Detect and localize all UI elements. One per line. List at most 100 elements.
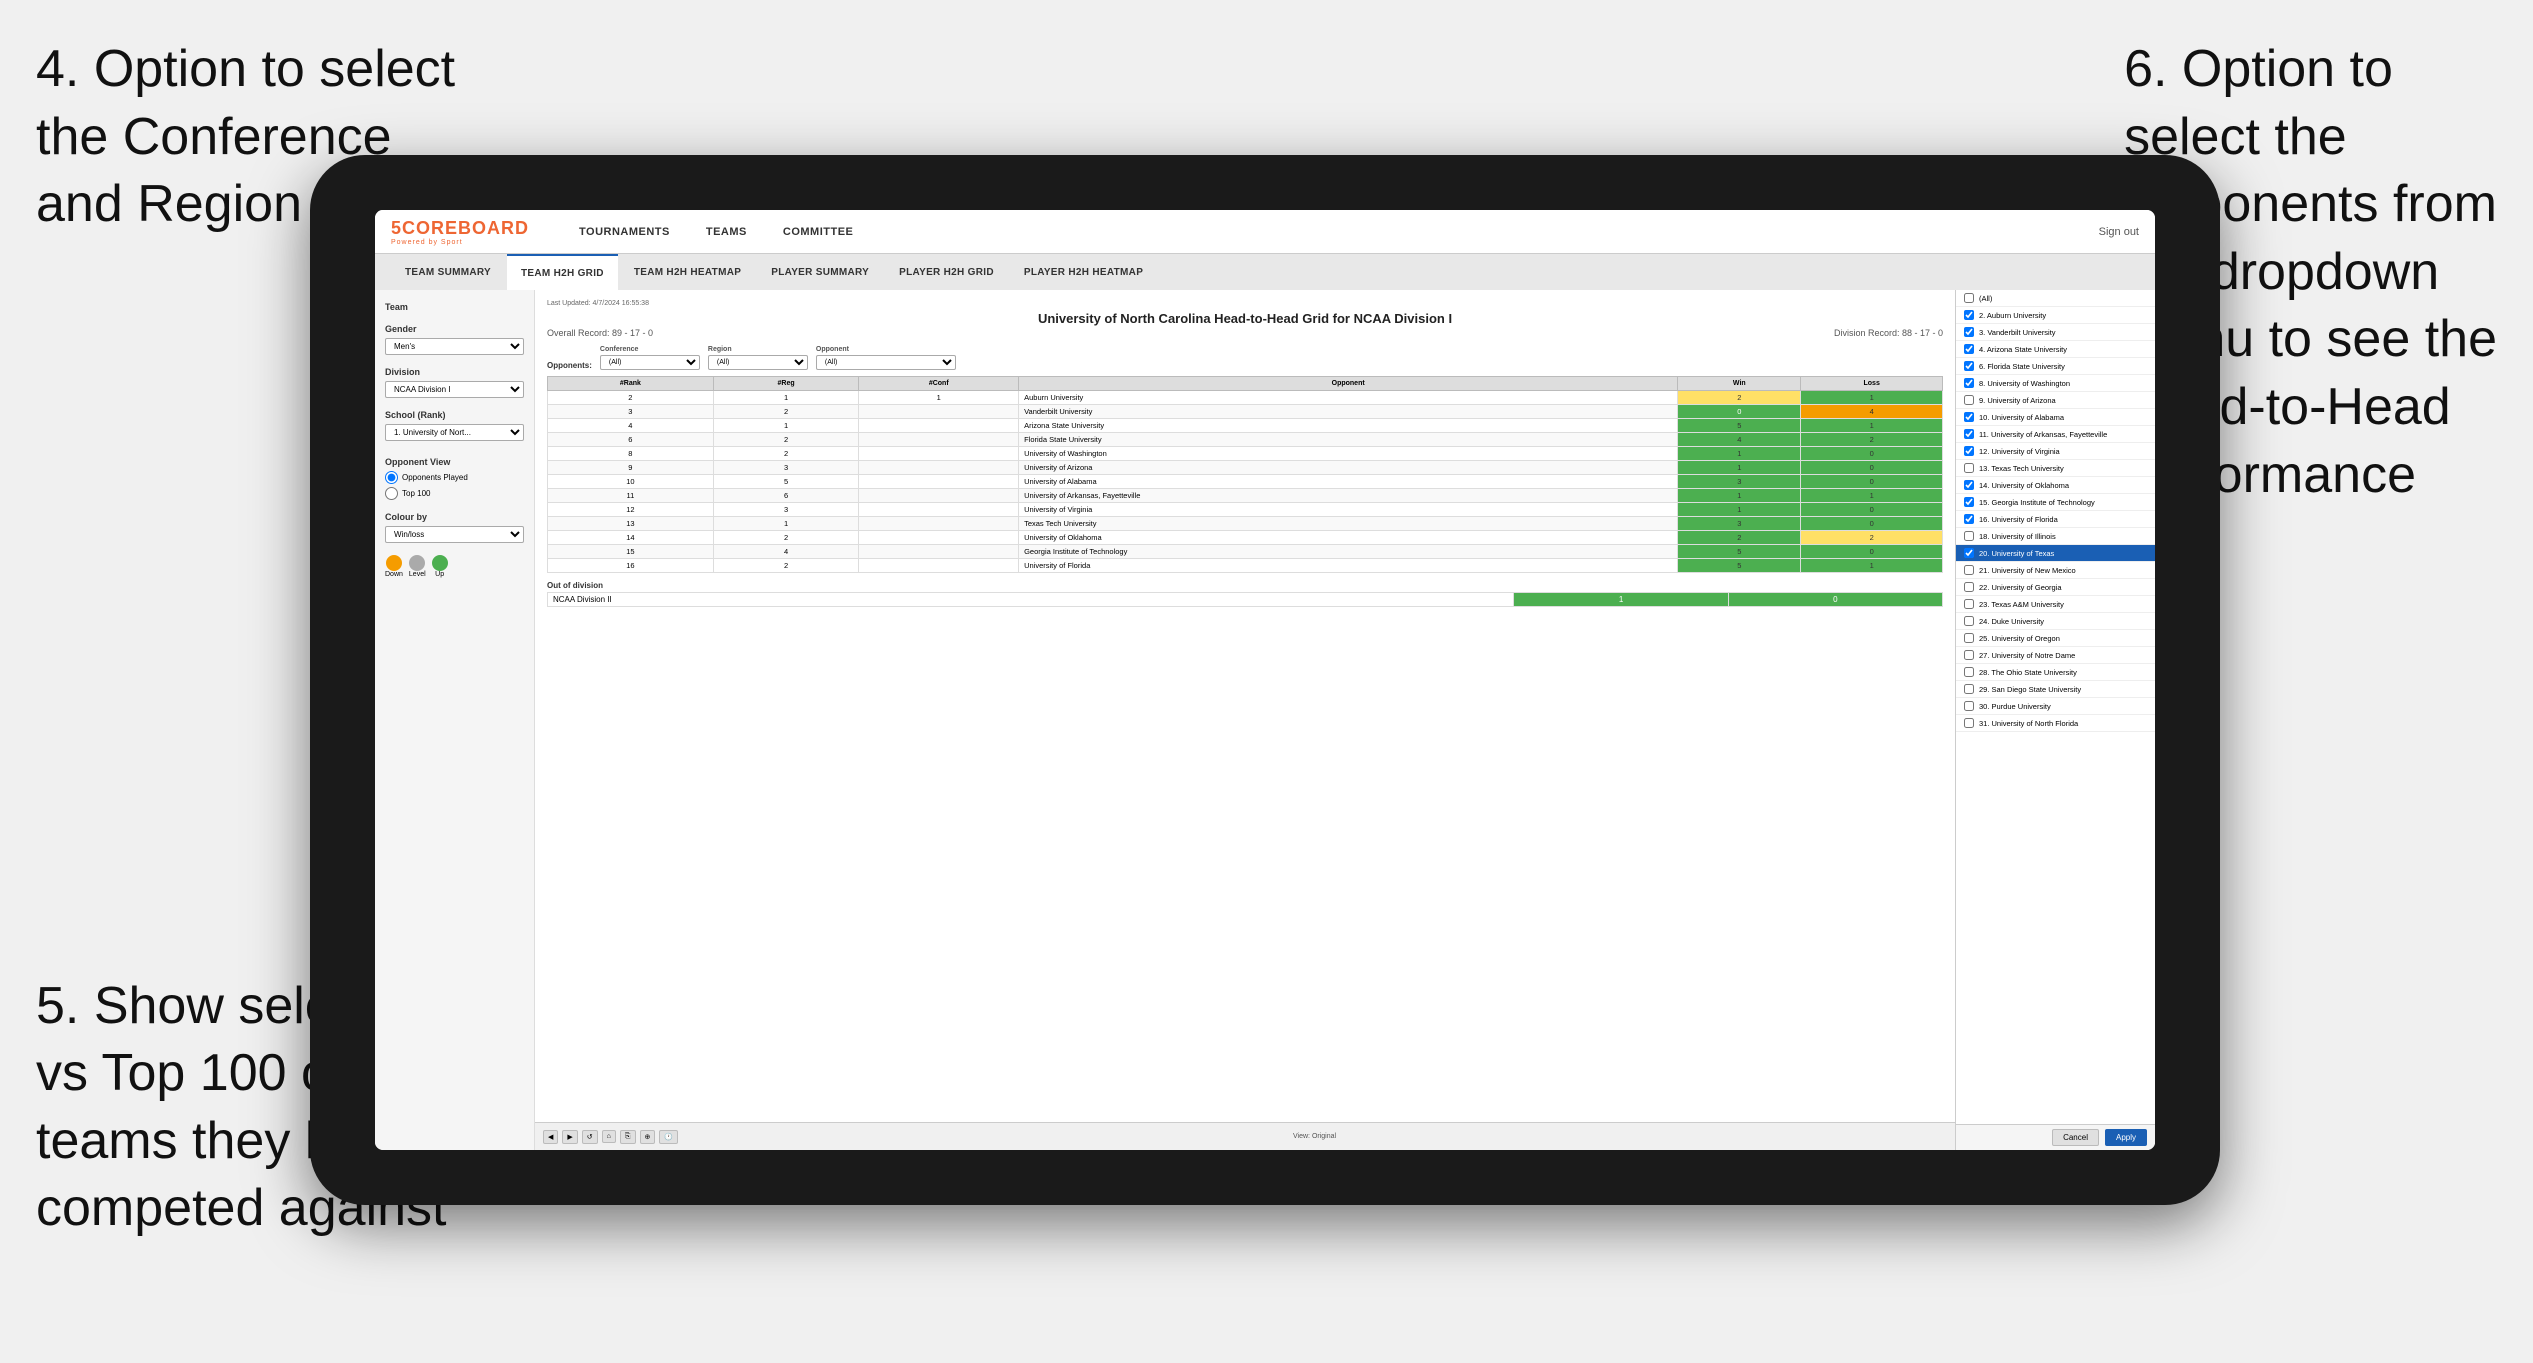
dropdown-checkbox[interactable]: [1964, 446, 1974, 456]
dropdown-checkbox[interactable]: [1964, 616, 1974, 626]
subnav-team-h2h-heatmap[interactable]: TEAM H2H HEATMAP: [620, 254, 755, 290]
cell-win: 2: [1678, 531, 1801, 545]
dropdown-item[interactable]: 30. Purdue University: [1956, 698, 2155, 715]
colour-by-select[interactable]: Win/loss: [385, 526, 524, 543]
dropdown-checkbox[interactable]: [1964, 684, 1974, 694]
dropdown-checkbox[interactable]: [1964, 514, 1974, 524]
division-select[interactable]: NCAA Division I: [385, 381, 524, 398]
dropdown-item[interactable]: 3. Vanderbilt University: [1956, 324, 2155, 341]
dropdown-checkbox[interactable]: [1964, 378, 1974, 388]
dropdown-item[interactable]: (All): [1956, 290, 2155, 307]
toolbar-forward[interactable]: ▶: [562, 1130, 577, 1144]
nav-committee[interactable]: COMMITTEE: [765, 210, 872, 254]
dropdown-item[interactable]: 9. University of Arizona: [1956, 392, 2155, 409]
nav-teams[interactable]: TEAMS: [688, 210, 765, 254]
dropdown-checkbox[interactable]: [1964, 463, 1974, 473]
toolbar-copy[interactable]: ⎘: [620, 1130, 636, 1144]
dropdown-item[interactable]: 29. San Diego State University: [1956, 681, 2155, 698]
cell-reg: 3: [713, 503, 859, 517]
dropdown-item[interactable]: 11. University of Arkansas, Fayetteville: [1956, 426, 2155, 443]
dropdown-item-label: 28. The Ohio State University: [1979, 668, 2077, 677]
dropdown-item[interactable]: 14. University of Oklahoma: [1956, 477, 2155, 494]
subnav-team-h2h-grid[interactable]: TEAM H2H GRID: [507, 254, 618, 290]
dropdown-checkbox[interactable]: [1964, 344, 1974, 354]
dropdown-item[interactable]: 10. University of Alabama: [1956, 409, 2155, 426]
nav-tournaments[interactable]: TOURNAMENTS: [561, 210, 688, 254]
dropdown-checkbox[interactable]: [1964, 310, 1974, 320]
dropdown-checkbox[interactable]: [1964, 548, 1974, 558]
dropdown-checkbox[interactable]: [1964, 650, 1974, 660]
toolbar-back[interactable]: ◀: [543, 1130, 558, 1144]
subnav-team-summary[interactable]: TEAM SUMMARY: [391, 254, 505, 290]
dropdown-checkbox[interactable]: [1964, 480, 1974, 490]
cell-win: 4: [1678, 433, 1801, 447]
opponent-select[interactable]: (All): [816, 355, 956, 370]
dropdown-item[interactable]: 28. The Ohio State University: [1956, 664, 2155, 681]
dropdown-checkbox[interactable]: [1964, 565, 1974, 575]
dropdown-item[interactable]: 24. Duke University: [1956, 613, 2155, 630]
dropdown-item[interactable]: 20. University of Texas: [1956, 545, 2155, 562]
table-row: 10 5 University of Alabama 3 0: [548, 475, 1943, 489]
subnav-player-summary[interactable]: PLAYER SUMMARY: [757, 254, 883, 290]
cell-opponent: University of Virginia: [1019, 503, 1678, 517]
dropdown-item[interactable]: 18. University of Illinois: [1956, 528, 2155, 545]
dropdown-item[interactable]: 6. Florida State University: [1956, 358, 2155, 375]
cell-conf: [859, 517, 1019, 531]
out-loss: 0: [1728, 593, 1942, 607]
dropdown-item[interactable]: 13. Texas Tech University: [1956, 460, 2155, 477]
dropdown-item[interactable]: 25. University of Oregon: [1956, 630, 2155, 647]
dropdown-checkbox[interactable]: [1964, 531, 1974, 541]
toolbar-pin[interactable]: ⊕: [640, 1130, 656, 1144]
content-area: Team Gender Men's Division NCAA Division…: [375, 290, 2155, 1150]
legend-level: Level: [409, 555, 426, 578]
cell-win: 5: [1678, 545, 1801, 559]
toolbar-clock[interactable]: 🕐: [659, 1130, 678, 1144]
dropdown-item[interactable]: 4. Arizona State University: [1956, 341, 2155, 358]
dropdown-item[interactable]: 12. University of Virginia: [1956, 443, 2155, 460]
subnav-player-h2h-heatmap[interactable]: PLAYER H2H HEATMAP: [1010, 254, 1157, 290]
dropdown-item[interactable]: 21. University of New Mexico: [1956, 562, 2155, 579]
dropdown-checkbox[interactable]: [1964, 633, 1974, 643]
toolbar-home[interactable]: ⌂: [602, 1130, 616, 1143]
dropdown-checkbox[interactable]: [1964, 667, 1974, 677]
cancel-button[interactable]: Cancel: [2052, 1129, 2099, 1146]
cell-loss: 0: [1801, 517, 1943, 531]
records-row: Overall Record: 89 - 17 - 0 Division Rec…: [547, 328, 1943, 338]
dropdown-item[interactable]: 31. University of North Florida: [1956, 715, 2155, 732]
dropdown-item[interactable]: 2. Auburn University: [1956, 307, 2155, 324]
subnav-player-h2h-grid[interactable]: PLAYER H2H GRID: [885, 254, 1008, 290]
region-select[interactable]: (All): [708, 355, 808, 370]
dropdown-checkbox[interactable]: [1964, 701, 1974, 711]
dropdown-checkbox[interactable]: [1964, 718, 1974, 728]
dropdown-checkbox[interactable]: [1964, 327, 1974, 337]
cell-rank: 13: [548, 517, 714, 531]
cell-reg: 3: [713, 461, 859, 475]
cell-conf: [859, 461, 1019, 475]
dropdown-item[interactable]: 15. Georgia Institute of Technology: [1956, 494, 2155, 511]
dropdown-checkbox[interactable]: [1964, 497, 1974, 507]
cell-loss: 2: [1801, 531, 1943, 545]
dropdown-item[interactable]: 16. University of Florida: [1956, 511, 2155, 528]
cell-opponent: Arizona State University: [1019, 419, 1678, 433]
conference-select[interactable]: (All): [600, 355, 700, 370]
radio-opponents-played[interactable]: Opponents Played: [385, 471, 524, 484]
dropdown-checkbox[interactable]: [1964, 599, 1974, 609]
dropdown-checkbox[interactable]: [1964, 361, 1974, 371]
apply-button[interactable]: Apply: [2105, 1129, 2147, 1146]
dropdown-item[interactable]: 22. University of Georgia: [1956, 579, 2155, 596]
cell-conf: [859, 433, 1019, 447]
nav-signout[interactable]: Sign out: [2099, 226, 2139, 238]
dropdown-item[interactable]: 27. University of Notre Dame: [1956, 647, 2155, 664]
school-select[interactable]: 1. University of Nort...: [385, 424, 524, 441]
dropdown-checkbox[interactable]: [1964, 429, 1974, 439]
gender-select[interactable]: Men's: [385, 338, 524, 355]
toolbar-refresh[interactable]: ↺: [582, 1130, 598, 1144]
division-label: Division: [385, 367, 524, 377]
dropdown-checkbox[interactable]: [1964, 412, 1974, 422]
dropdown-item[interactable]: 23. Texas A&M University: [1956, 596, 2155, 613]
dropdown-checkbox[interactable]: [1964, 293, 1974, 303]
dropdown-checkbox[interactable]: [1964, 582, 1974, 592]
dropdown-checkbox[interactable]: [1964, 395, 1974, 405]
dropdown-item[interactable]: 8. University of Washington: [1956, 375, 2155, 392]
radio-top-100[interactable]: Top 100: [385, 487, 524, 500]
